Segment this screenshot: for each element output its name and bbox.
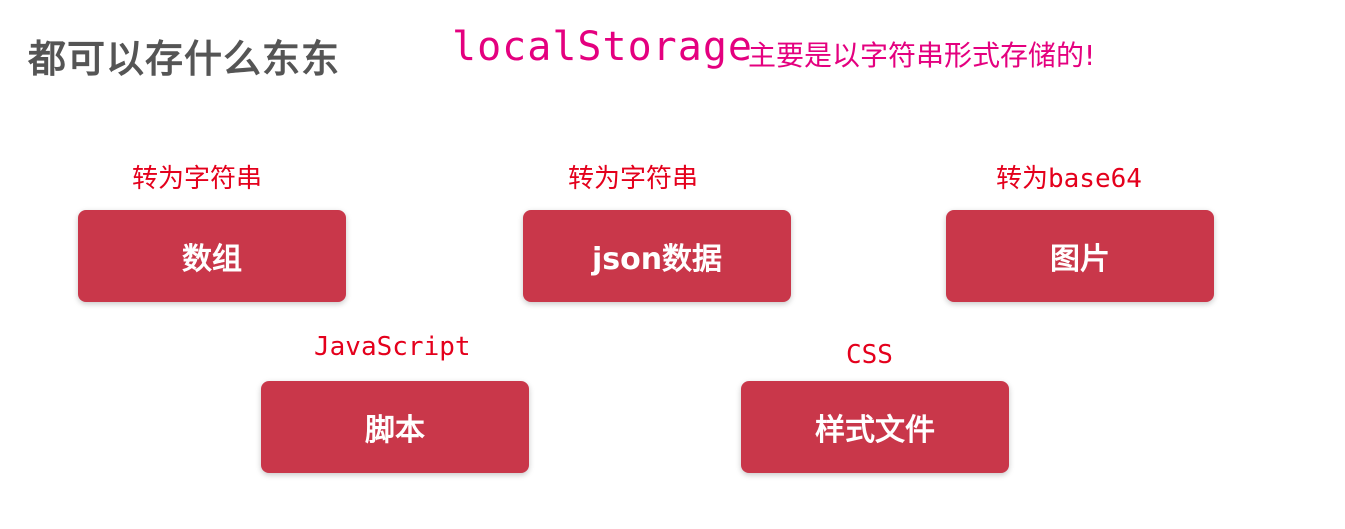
item-label-script: JavaScript [314, 332, 471, 362]
card-script: 脚本 [261, 381, 529, 473]
card-image: 图片 [946, 210, 1214, 302]
card-json: json数据 [523, 210, 791, 302]
item-label-image: 转为base64 [996, 164, 1142, 194]
item-label-array: 转为字符串 [132, 164, 263, 194]
card-stylesheet: 样式文件 [741, 381, 1009, 473]
card-array: 数组 [78, 210, 346, 302]
page-heading: 都可以存什么东东 [28, 37, 341, 81]
storage-note: 主要是以字符串形式存储的! [748, 39, 1096, 72]
header: 都可以存什么东东 localStorage 主要是以字符串形式存储的! [0, 0, 1345, 100]
keyword-localstorage: localStorage [452, 24, 753, 70]
item-label-json: 转为字符串 [568, 164, 699, 194]
item-label-css: CSS [846, 340, 893, 370]
